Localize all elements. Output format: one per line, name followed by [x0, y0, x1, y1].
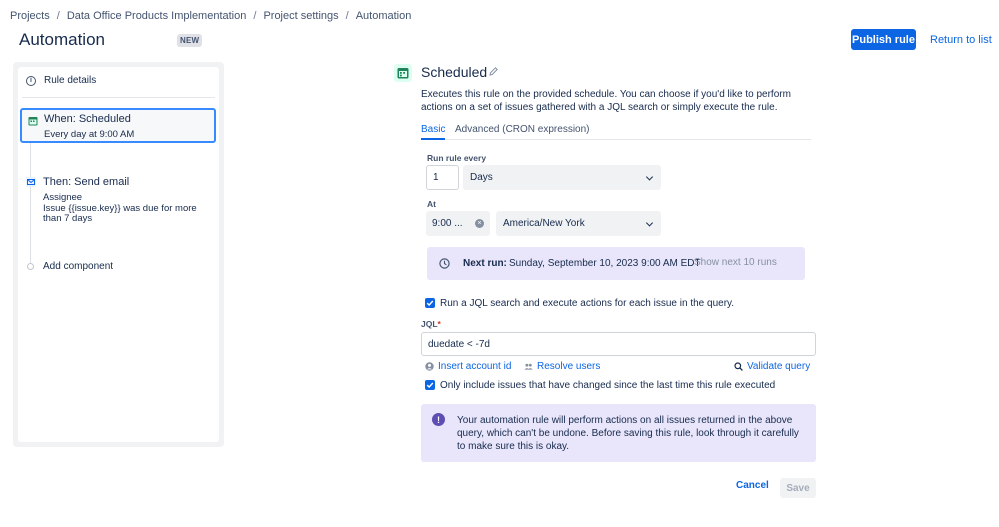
chevron-down-icon [645, 218, 654, 227]
tab-active-indicator [421, 138, 445, 140]
cancel-button[interactable]: Cancel [736, 480, 769, 491]
show-next-runs-button[interactable]: Show next 10 runs [694, 257, 777, 268]
insert-account-id-link[interactable]: Insert account id [425, 361, 511, 372]
jql-search-checkbox-label: Run a JQL search and execute actions for… [440, 298, 735, 309]
warning-panel: ! Your automation rule will perform acti… [421, 404, 816, 462]
scheduled-calendar-icon [394, 64, 412, 82]
trigger-component-card[interactable]: When: Scheduled Every day at 9:00 AM [20, 108, 216, 143]
insert-account-id-label: Insert account id [438, 361, 512, 372]
resolve-users-label: Resolve users [537, 361, 601, 372]
trigger-title: When: Scheduled [44, 113, 131, 125]
breadcrumb-separator: / [345, 10, 349, 22]
validate-query-label: Validate query [747, 361, 811, 372]
rule-details-item[interactable]: i Rule details [26, 75, 96, 86]
add-component-link[interactable]: Add component [43, 261, 113, 272]
action-recipient: Assignee [43, 192, 83, 203]
publish-rule-button[interactable]: Publish rule [851, 29, 916, 50]
only-changed-checkbox-label: Only include issues that have changed si… [440, 380, 776, 391]
chevron-down-icon [645, 172, 654, 181]
user-icon [425, 362, 434, 371]
tab-advanced-cron[interactable]: Advanced (CRON expression) [455, 124, 590, 135]
validate-query-link[interactable]: Validate query [734, 361, 810, 372]
exclamation-icon: ! [432, 413, 445, 426]
interval-unit-select[interactable]: Days [463, 165, 661, 190]
breadcrumb: Projects / Data Office Products Implemen… [10, 10, 411, 22]
save-button[interactable]: Save [780, 478, 816, 498]
tab-divider [421, 139, 811, 140]
clock-icon [439, 258, 450, 269]
action-title[interactable]: Then: Send email [43, 176, 129, 188]
timezone-select[interactable]: America/New York [496, 211, 661, 236]
breadcrumb-automation[interactable]: Automation [356, 10, 412, 22]
scheduled-title: Scheduled [421, 64, 488, 80]
at-label: At [427, 199, 436, 209]
action-details: Assignee Issue {{issue.key}} was due for… [43, 192, 208, 225]
divider [22, 97, 215, 98]
jql-search-checkbox[interactable] [425, 298, 435, 308]
component-connector-line [30, 143, 31, 263]
interval-input[interactable]: 1 [426, 165, 459, 190]
next-run-label: Next run: [463, 258, 507, 269]
action-subject: Issue {{issue.key}} was due for more tha… [43, 202, 197, 224]
breadcrumb-separator: / [253, 10, 257, 22]
rule-details-label: Rule details [44, 75, 97, 86]
jql-label-text: JQL [421, 319, 438, 329]
calendar-icon [28, 117, 38, 126]
trigger-subtitle: Every day at 9:00 AM [44, 129, 135, 140]
required-marker: * [437, 319, 441, 329]
resolve-users-link[interactable]: Resolve users [524, 361, 600, 372]
breadcrumb-projects[interactable]: Projects [10, 10, 50, 22]
scheduled-description: Executes this rule on the provided sched… [421, 89, 791, 113]
breadcrumb-separator: / [56, 10, 60, 22]
return-to-list-link[interactable]: Return to list [930, 34, 992, 46]
run-every-label: Run rule every [427, 153, 487, 163]
next-run-value: Sunday, September 10, 2023 9:00 AM EDT [509, 258, 701, 269]
new-badge: NEW [177, 34, 203, 47]
users-icon [524, 363, 533, 370]
email-icon [26, 177, 36, 187]
page-title: Automation [19, 30, 105, 49]
search-icon [734, 362, 743, 371]
checkmark-icon [426, 382, 434, 388]
tab-basic[interactable]: Basic [421, 124, 445, 135]
next-run-panel: Next run: Sunday, September 10, 2023 9:0… [427, 247, 805, 280]
jql-input[interactable]: duedate < -7d [421, 332, 816, 356]
jql-label: JQL* [421, 319, 441, 329]
timezone-value: America/New York [503, 218, 585, 229]
breadcrumb-project[interactable]: Data Office Products Implementation [67, 10, 247, 22]
pencil-icon[interactable] [488, 66, 499, 77]
checkmark-icon [426, 300, 434, 306]
add-component-dot-icon [27, 263, 34, 270]
only-changed-checkbox[interactable] [425, 380, 435, 390]
info-icon: i [26, 75, 36, 86]
interval-unit-value: Days [470, 172, 493, 183]
breadcrumb-project-settings[interactable]: Project settings [263, 10, 338, 22]
clear-icon[interactable]: × [475, 219, 484, 228]
warning-text: Your automation rule will perform action… [457, 415, 799, 452]
